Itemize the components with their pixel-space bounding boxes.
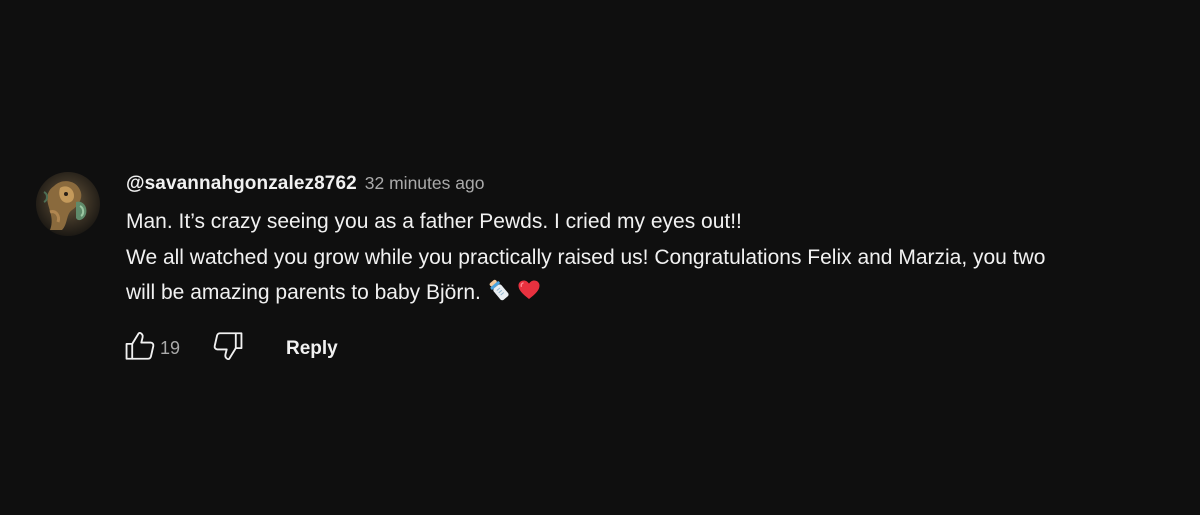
comment-text-line-with-emoji: will be amazing parents to baby Björn.	[126, 275, 1156, 314]
comment-actions: 19 Reply	[120, 329, 1156, 369]
comment-thread: @savannahgonzalez8762 32 minutes ago Man…	[36, 172, 1156, 369]
comment-body: @savannahgonzalez8762 32 minutes ago Man…	[125, 172, 1156, 369]
profile-avatar-icon	[36, 172, 100, 236]
reply-button[interactable]: Reply	[274, 330, 350, 368]
thumbs-up-icon	[123, 329, 157, 368]
comment-text-line: Man. It’s crazy seeing you as a father P…	[126, 210, 742, 233]
avatar[interactable]	[36, 172, 100, 236]
like-count: 19	[160, 338, 181, 358]
dislike-button[interactable]	[208, 329, 248, 369]
thumbs-down-icon	[211, 329, 245, 368]
comment-text: Man. It’s crazy seeing you as a father P…	[126, 204, 1156, 314]
author-name[interactable]: @savannahgonzalez8762	[126, 173, 357, 195]
like-button[interactable]	[120, 329, 160, 369]
baby-bottle-icon	[487, 278, 511, 314]
comment-text-line: will be amazing parents to baby Björn.	[126, 281, 481, 304]
comment-timestamp[interactable]: 32 minutes ago	[365, 173, 485, 194]
comment-header: @savannahgonzalez8762 32 minutes ago	[126, 173, 1156, 203]
red-heart-icon	[517, 278, 541, 314]
comment-text-line: We all watched you grow while you practi…	[126, 245, 1046, 269]
